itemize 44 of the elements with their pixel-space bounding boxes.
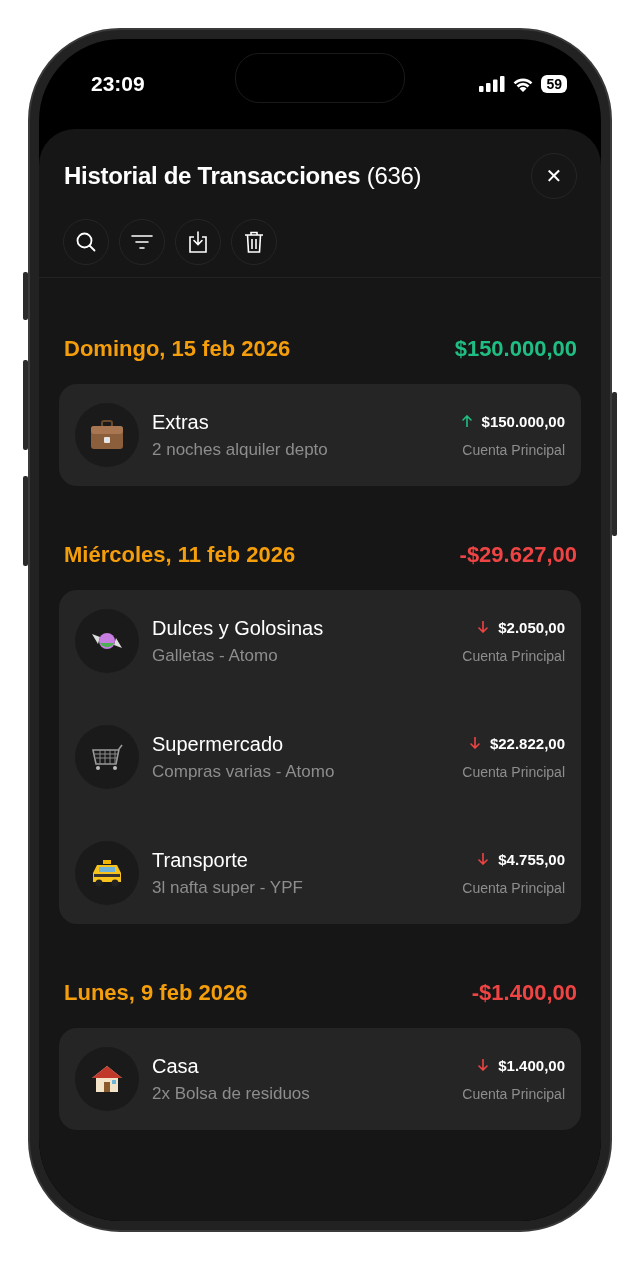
close-button[interactable]: ✕: [531, 153, 577, 199]
taxi-icon: [90, 858, 124, 888]
download-icon: [188, 231, 208, 253]
filter-icon: [131, 234, 153, 250]
briefcase-icon: [90, 420, 124, 450]
cart-icon: [90, 742, 124, 772]
day-date: Lunes, 9 feb 2026: [64, 980, 248, 1006]
delete-button[interactable]: [231, 219, 277, 265]
account-name: Cuenta Principal: [462, 647, 565, 664]
account-name: Cuenta Principal: [462, 1085, 565, 1102]
sheet-title: Historial de Transacciones (636): [64, 162, 422, 190]
transaction-note: 2x Bolsa de residuos: [152, 1083, 311, 1104]
export-button[interactable]: [175, 219, 221, 265]
category-name: Casa: [152, 1054, 200, 1078]
trash-icon: [244, 231, 264, 253]
house-icon: [90, 1064, 124, 1094]
transaction-amount: $22.822,00: [489, 734, 565, 752]
day-total: $150.000,00: [454, 336, 577, 362]
filter-button[interactable]: [119, 219, 165, 265]
day-date: Miércoles, 11 feb 2026: [64, 542, 296, 568]
status-time: 23:09: [91, 72, 145, 96]
transaction-amount: $2.050,00: [498, 618, 565, 636]
transaction-note: 3l nafta super - YPF: [152, 877, 304, 898]
search-button[interactable]: [63, 219, 109, 265]
day-total: -$29.627,00: [459, 542, 577, 568]
transaction-note: Compras varias - Atomo: [152, 761, 336, 782]
category-name: Extras: [152, 410, 210, 434]
battery-indicator: 59: [541, 75, 567, 93]
transaction-note: Galletas - Atomo: [152, 645, 279, 666]
day-total: -$1.400,00: [471, 980, 577, 1006]
account-name: Cuenta Principal: [462, 879, 565, 896]
day-date: Domingo, 15 feb 2026: [64, 336, 291, 362]
search-icon: [75, 231, 97, 253]
account-name: Cuenta Principal: [462, 441, 565, 458]
wifi-icon: [512, 76, 535, 92]
category-name: Dulces y Golosinas: [152, 616, 325, 640]
signal-icon: [479, 76, 506, 92]
category-name: Transporte: [152, 848, 249, 872]
account-name: Cuenta Principal: [462, 763, 565, 780]
transaction-amount: $1.400,00: [498, 1056, 565, 1074]
transaction-note: 2 noches alquiler depto: [152, 439, 329, 460]
transaction-amount: $4.755,00: [498, 850, 565, 868]
category-name: Supermercado: [152, 732, 285, 756]
transaction-amount: $150.000,00: [481, 412, 565, 430]
